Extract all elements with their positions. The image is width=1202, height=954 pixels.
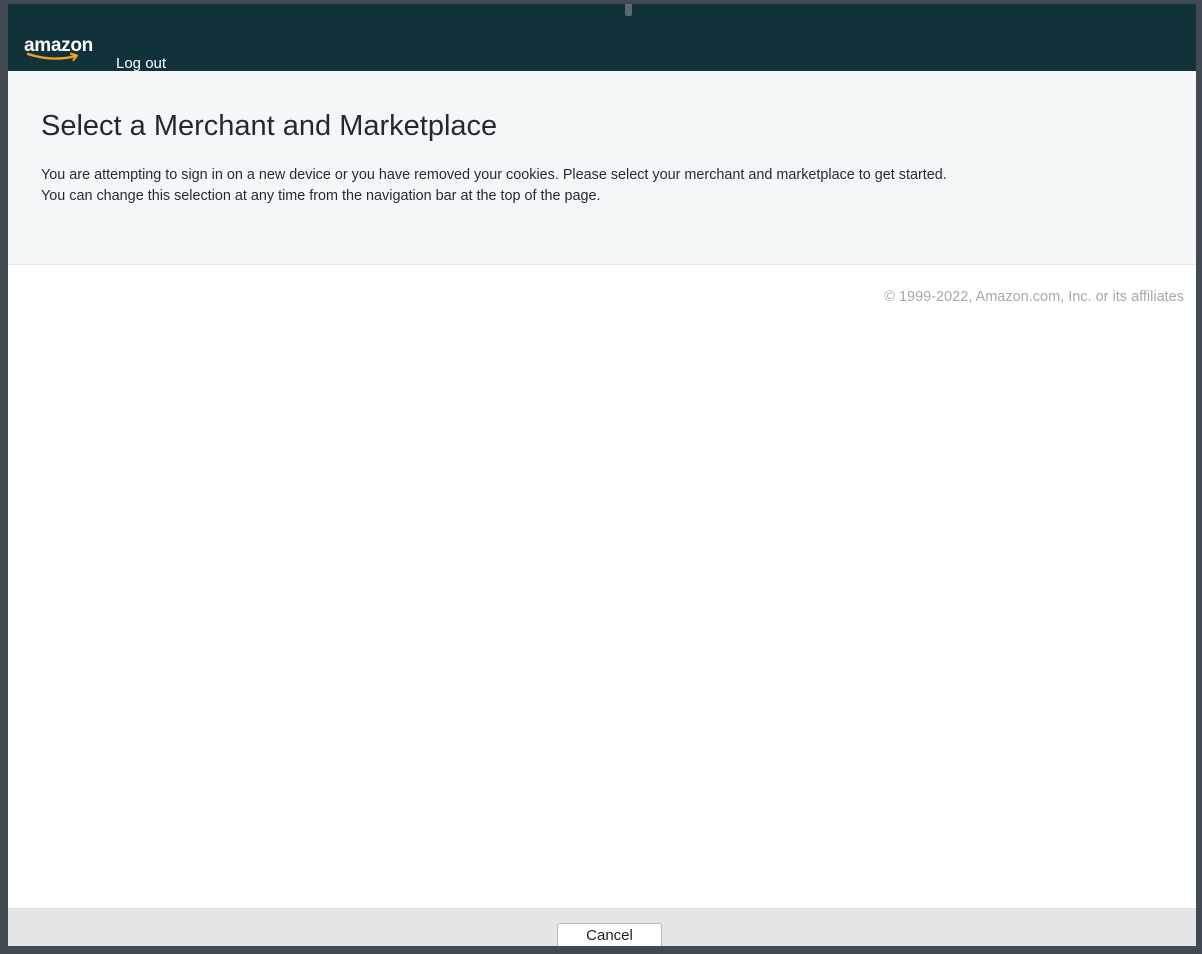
browser-window: amazon Log out Select a Merchant and Mar…: [8, 4, 1196, 946]
page-title: Select a Merchant and Marketplace: [41, 110, 498, 142]
cancel-button[interactable]: Cancel: [557, 923, 662, 946]
page-description: You are attempting to sign in on a new d…: [41, 165, 1191, 207]
window-notch: [625, 4, 632, 16]
description-line-2: You can change this selection at any tim…: [41, 188, 601, 204]
amazon-smile-icon: [26, 52, 79, 62]
top-navigation-bar: amazon Log out: [8, 4, 1196, 72]
amazon-logo[interactable]: amazon: [24, 35, 120, 69]
copyright-notice: © 1999-2022, Amazon.com, Inc. or its aff…: [884, 289, 1184, 305]
merchant-selection-header: Select a Merchant and Marketplace You ar…: [8, 71, 1196, 265]
description-line-1: You are attempting to sign in on a new d…: [41, 167, 947, 183]
dialog-footer: Cancel: [8, 908, 1196, 946]
